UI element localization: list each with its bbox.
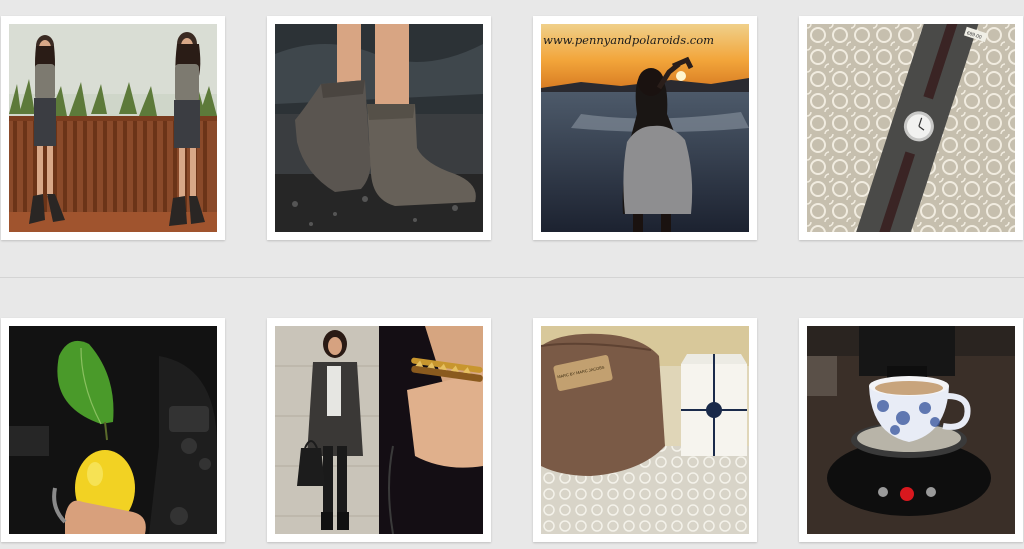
photo-coffee [807,326,1015,534]
row-divider [0,277,1024,278]
boots-image [275,24,483,232]
pouch-gift-image: MARC BY MARC JACOBS [541,326,749,534]
lemon-image [9,326,217,534]
photo-tile-outfit-collage[interactable] [1,16,225,240]
watermark-text: www.pennyandpolaroids.com [543,33,714,47]
coffee-image [807,326,1015,534]
photo-tile-pouch-gift[interactable]: MARC BY MARC JACOBS [533,318,757,542]
photo-tile-boots[interactable] [267,16,491,240]
photo-tile-lemon[interactable] [1,318,225,542]
photo-tile-watch[interactable]: €89.00 [799,16,1023,240]
photo-outfit-collage [9,24,217,232]
photo-pouch-gift: MARC BY MARC JACOBS [541,326,749,534]
photo-coat-bracelets [275,326,483,534]
photo-tile-coat-bracelets[interactable] [267,318,491,542]
photo-lemon [9,326,217,534]
photo-tile-coffee[interactable] [799,318,1023,542]
coat-bracelets-image [275,326,483,534]
watch-image: €89.00 [807,24,1015,232]
photo-gallery: www.pennyandpolaroids.com €89.00 MARC BY… [0,0,1024,549]
photo-boots [275,24,483,232]
photo-tile-sunset[interactable]: www.pennyandpolaroids.com [533,16,757,240]
outfit-collage-image [9,24,217,232]
photo-watch: €89.00 [807,24,1015,232]
sunset-image: www.pennyandpolaroids.com [541,24,749,232]
photo-sunset: www.pennyandpolaroids.com [541,24,749,232]
